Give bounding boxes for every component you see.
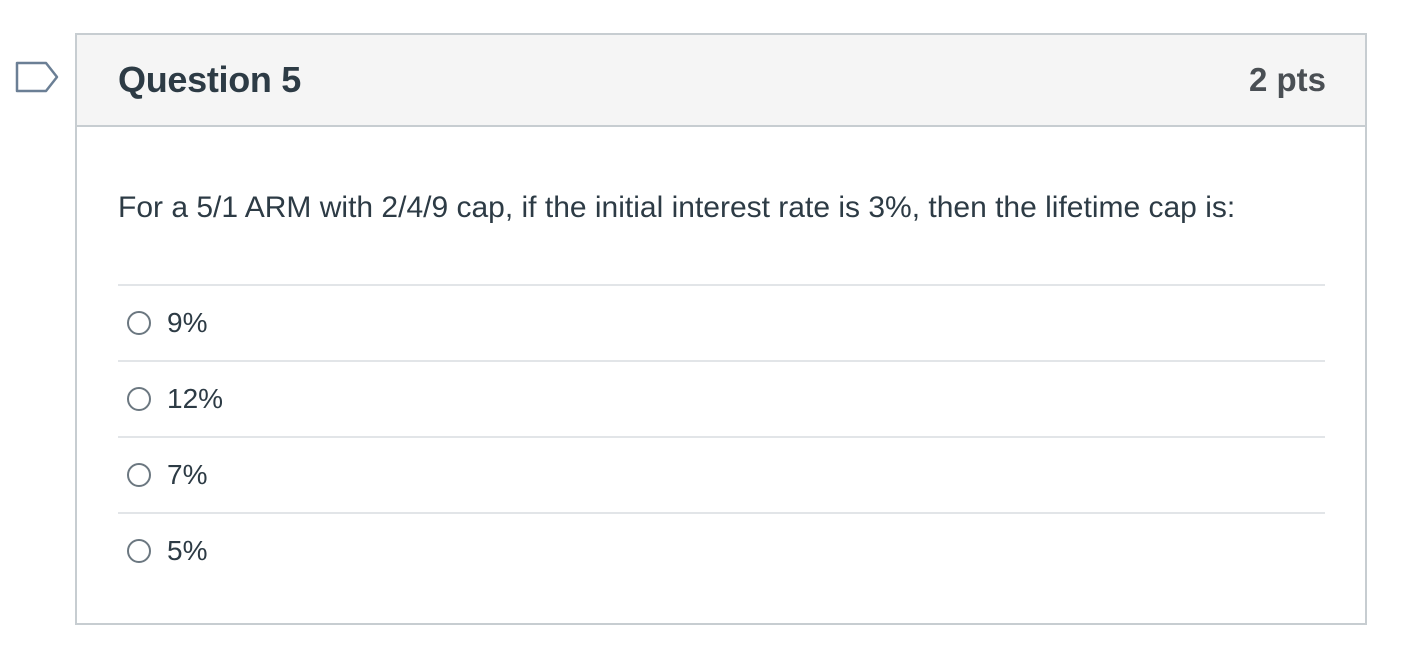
answer-option[interactable]: 12% — [118, 362, 1325, 438]
answer-label[interactable]: 7% — [167, 459, 207, 491]
radio-button-icon[interactable] — [127, 311, 151, 335]
radio-button-icon[interactable] — [127, 463, 151, 487]
answer-label[interactable]: 5% — [167, 535, 207, 567]
answer-label[interactable]: 9% — [167, 307, 207, 339]
answer-option[interactable]: 7% — [118, 438, 1325, 514]
radio-button-icon[interactable] — [127, 539, 151, 563]
question-text: For a 5/1 ARM with 2/4/9 cap, if the ini… — [118, 191, 1236, 224]
question-body: For a 5/1 ARM with 2/4/9 cap, if the ini… — [77, 127, 1365, 588]
answer-list: 9% 12% 7% 5% — [118, 284, 1325, 588]
question-card: Question 5 2 pts For a 5/1 ARM with 2/4/… — [75, 33, 1367, 625]
question-header: Question 5 2 pts — [77, 35, 1365, 127]
question-title: Question 5 — [118, 59, 302, 100]
answer-label[interactable]: 12% — [167, 383, 223, 415]
radio-button-icon[interactable] — [127, 387, 151, 411]
answer-option[interactable]: 9% — [118, 286, 1325, 362]
flag-question-icon[interactable] — [14, 60, 60, 94]
question-points: 2 pts — [1248, 61, 1326, 98]
answer-option[interactable]: 5% — [118, 514, 1325, 588]
